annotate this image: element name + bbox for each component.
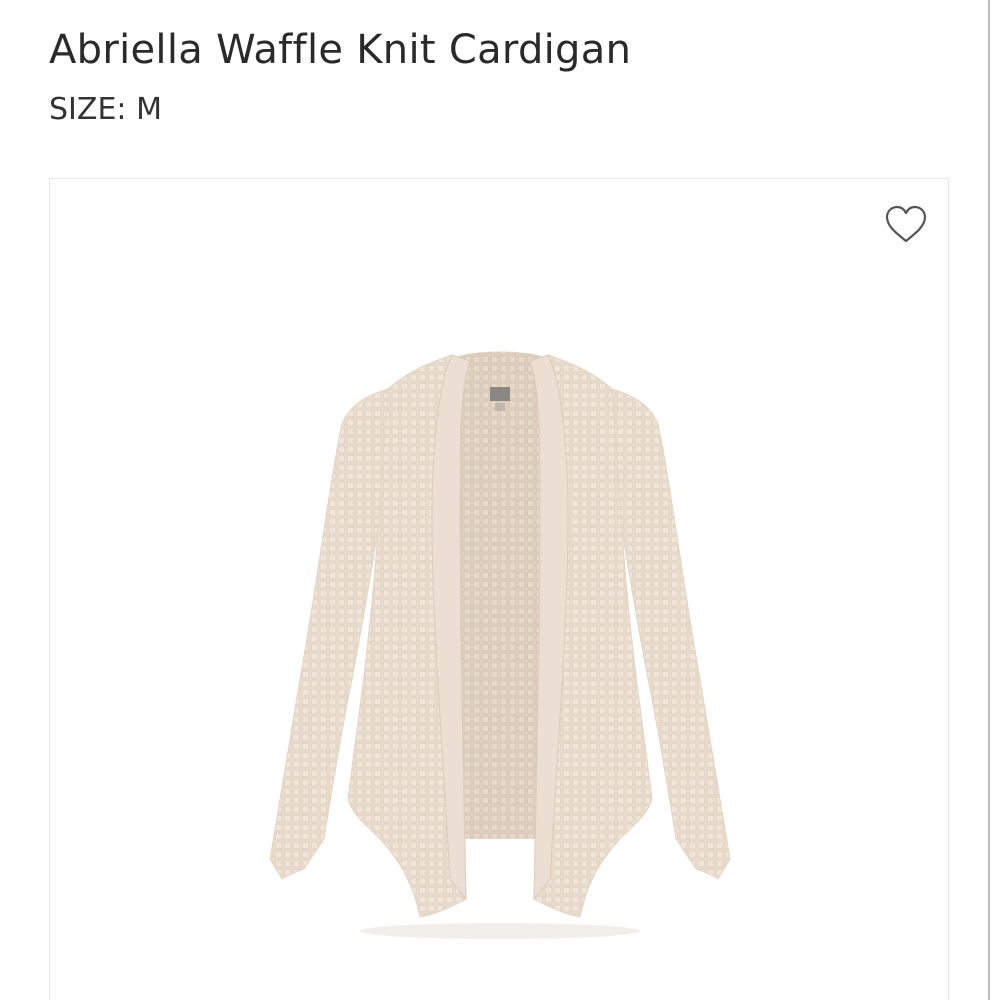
neck-tag [490,387,510,401]
heart-outline-icon [885,205,927,243]
cardigan-image [269,351,731,939]
favorite-button[interactable] [882,201,930,249]
product-title: Abriella Waffle Knit Cardigan [49,27,632,73]
product-image-card [49,178,949,1000]
product-header: Abriella Waffle Knit Cardigan SIZE: M [49,24,631,130]
size-line: SIZE: M [49,90,631,130]
size-value: M [136,92,162,127]
scrollbar-track[interactable] [988,0,990,1000]
size-tag [495,403,505,411]
size-label: SIZE: [49,92,127,127]
